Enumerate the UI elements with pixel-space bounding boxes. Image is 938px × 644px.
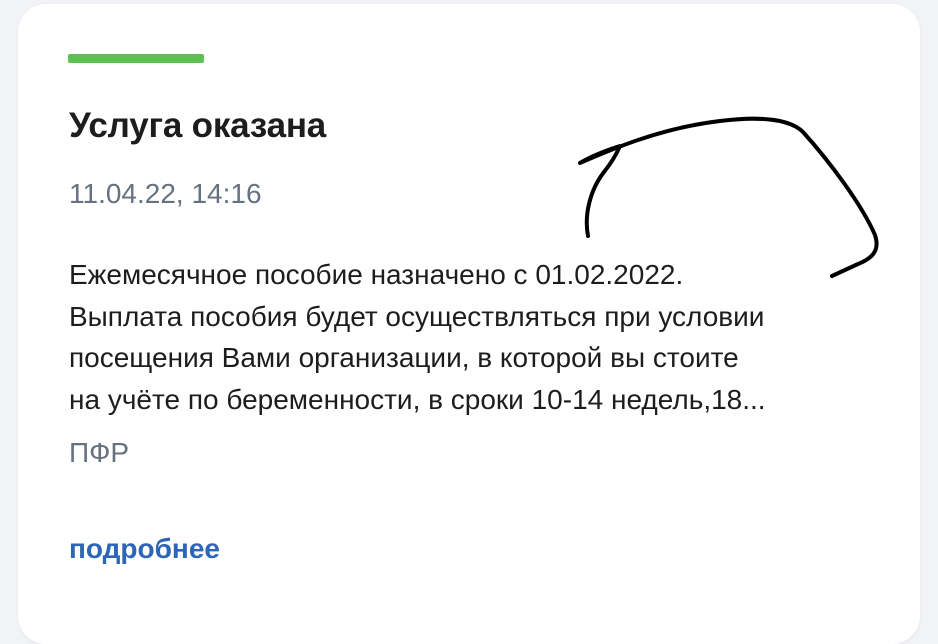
card-source: ПФР xyxy=(69,437,130,468)
card-title: Услуга оказана xyxy=(69,106,327,145)
description-line: Выплата пособия будет осуществляться при… xyxy=(69,300,765,332)
card-description: Ежемесячное пособие назначено с 01.02.20… xyxy=(69,254,889,420)
description-line: Ежемесячное пособие назначено с 01.02.20… xyxy=(69,259,684,290)
card-timestamp: 11.04.22, 14:16 xyxy=(69,178,262,209)
description-line: посещения Вами организации, в которой вы… xyxy=(69,342,739,373)
notification-card[interactable]: Услуга оказана 11.04.22, 14:16 Ежемесячн… xyxy=(18,4,920,644)
details-link[interactable]: подробнее xyxy=(69,533,220,565)
status-indicator-bar xyxy=(68,54,204,63)
description-line: на учёте по беременности, в сроки 10-14 … xyxy=(69,383,766,415)
